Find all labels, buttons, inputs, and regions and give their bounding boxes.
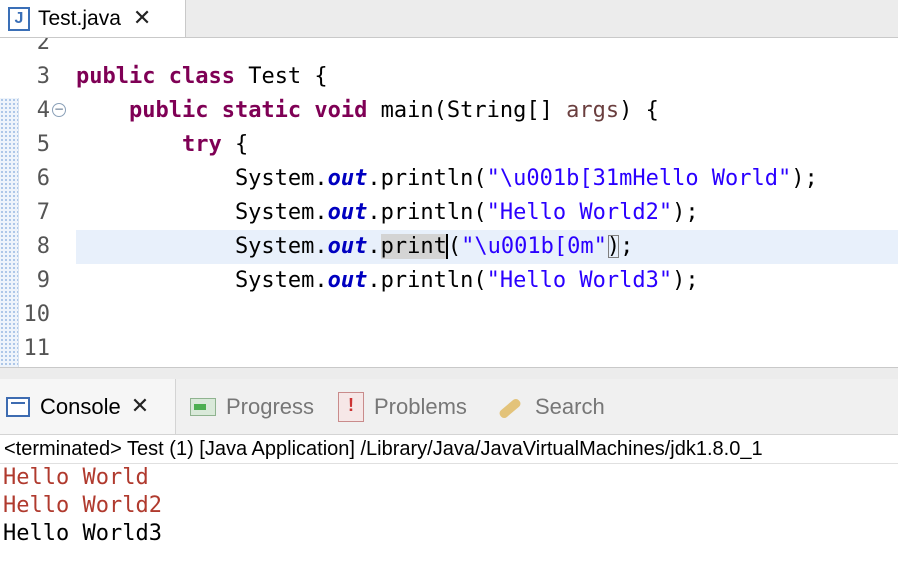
editor-tab-test-java[interactable]: J Test.java ✕ [0, 0, 186, 37]
tab-search[interactable]: Search [495, 379, 605, 434]
line-number: 7 [36, 200, 50, 225]
code-line[interactable]: 11 [0, 332, 898, 366]
code-line[interactable]: 2 [0, 38, 898, 60]
code-line[interactable]: 9 System.out.println("Hello World3"); [0, 264, 898, 298]
line-number: 11 [23, 336, 51, 361]
console-output[interactable]: Hello World Hello World2 Hello World3 [0, 464, 898, 588]
editor-tab-label: Test.java [38, 6, 121, 30]
tab-problems-label: Problems [374, 393, 467, 419]
collapse-icon[interactable]: − [52, 103, 66, 117]
code-line[interactable]: 3 public class Test { [0, 60, 898, 94]
line-number: 2 [36, 38, 50, 55]
java-file-icon: J [8, 6, 30, 31]
progress-icon [190, 397, 216, 416]
tab-search-label: Search [535, 393, 605, 419]
line-number: 6 [36, 166, 50, 191]
code-text: System.out.println("Hello World2"); [76, 200, 699, 225]
tab-console[interactable]: Console ✕ [0, 379, 176, 434]
tab-console-label: Console [40, 393, 121, 419]
problems-icon [338, 391, 364, 422]
line-number: 9 [36, 268, 50, 293]
line-number: 8 [36, 234, 50, 259]
close-icon[interactable]: ✕ [131, 395, 149, 418]
search-icon [495, 392, 525, 422]
console-icon [6, 396, 30, 417]
line-number: 4 [36, 98, 50, 123]
editor-tab-bar: J Test.java ✕ [0, 0, 898, 38]
output-line: Hello World2 [3, 493, 162, 518]
code-line[interactable]: 6 System.out.println("\u001b[31mHello Wo… [0, 162, 898, 196]
code-line[interactable]: 10 [0, 298, 898, 332]
code-line[interactable]: 7 System.out.println("Hello World2"); [0, 196, 898, 230]
code-editor[interactable]: 2 3 public class Test { 4− public static vo… [0, 38, 898, 367]
code-text: public static void main(String[] args) { [128, 98, 659, 123]
code-text: System.out.println("Hello World3"); [76, 268, 699, 293]
code-text: public class Test { [76, 64, 328, 89]
code-line[interactable]: 5 try { [0, 128, 898, 162]
line-number: 3 [36, 64, 50, 89]
tab-progress[interactable]: Progress [190, 379, 314, 434]
line-number: 10 [23, 302, 51, 327]
code-text: try { [181, 132, 249, 157]
code-text: System.out.println("\u001b[31mHello Worl… [76, 166, 818, 191]
output-line: Hello World [3, 465, 149, 490]
tab-problems[interactable]: Problems [338, 379, 467, 434]
output-line: Hello World3 [3, 521, 162, 546]
line-number: 5 [36, 132, 50, 157]
console-status: <terminated> Test (1) [Java Application]… [0, 434, 898, 464]
code-text: System.out.print("\u001b[0m"); [76, 234, 634, 259]
tab-progress-label: Progress [226, 393, 315, 419]
code-line[interactable]: 8 System.out.print("\u001b[0m"); [0, 230, 898, 264]
code-line[interactable]: 4− public static void main(String[] args… [0, 94, 898, 128]
close-icon[interactable]: ✕ [133, 7, 151, 30]
view-tab-bar: Console ✕ Progress Problems Search [0, 379, 898, 435]
